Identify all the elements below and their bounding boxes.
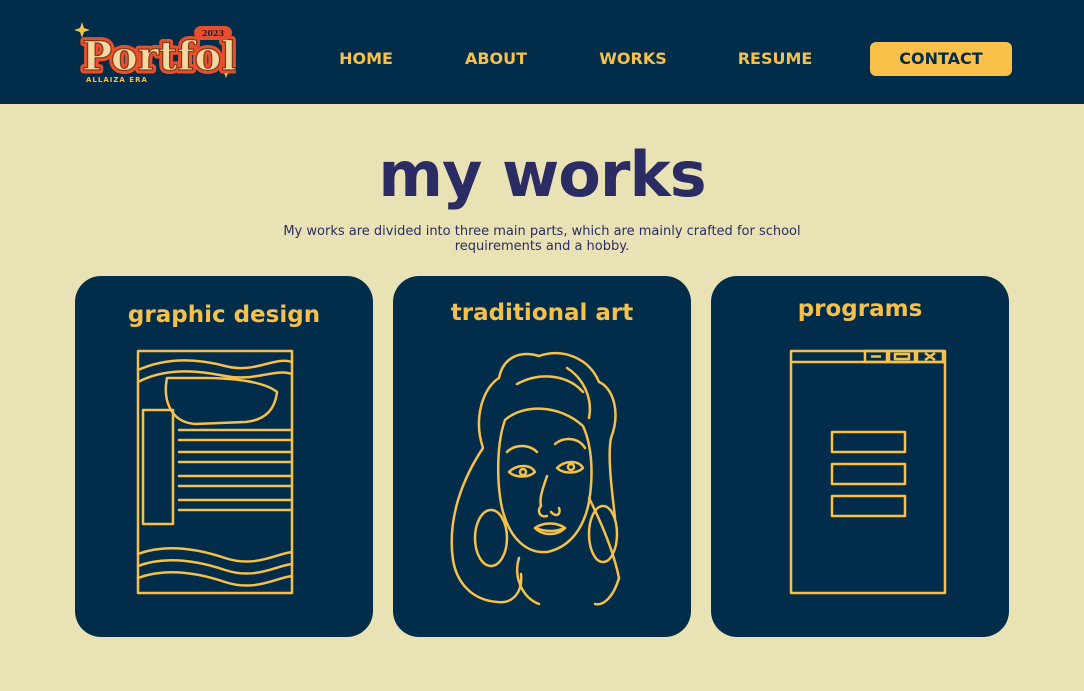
app-window-icon [789, 349, 947, 595]
page-intro: My works are divided into three main par… [283, 224, 801, 254]
card-title: traditional art [450, 300, 634, 326]
portfolio-logo[interactable]: Portfolio Portfolio 2023 ALLAIZA ERA [74, 18, 236, 90]
contact-button[interactable]: CONTACT [870, 42, 1012, 76]
page-title: my works [378, 138, 706, 211]
top-nav-bar: Portfolio Portfolio 2023 ALLAIZA ERA HOM… [0, 0, 1084, 104]
nav-resume[interactable]: RESUME [730, 46, 820, 72]
card-graphic-design[interactable]: graphic design [75, 276, 373, 637]
poster-layout-icon [136, 349, 294, 595]
card-title: graphic design [127, 302, 321, 328]
svg-text:Portfolio: Portfolio [82, 33, 236, 80]
nav-home[interactable]: HOME [330, 46, 402, 72]
nav-works[interactable]: WORKS [592, 46, 674, 72]
logo-year-badge: 2023 [194, 26, 232, 40]
nav-about[interactable]: ABOUT [456, 46, 536, 72]
card-traditional-art[interactable]: traditional art [393, 276, 691, 637]
face-line-art-icon [450, 352, 621, 606]
logo-subtitle: ALLAIZA ERA [86, 76, 148, 84]
card-title: programs [797, 296, 923, 322]
card-programs[interactable]: programs [711, 276, 1009, 637]
